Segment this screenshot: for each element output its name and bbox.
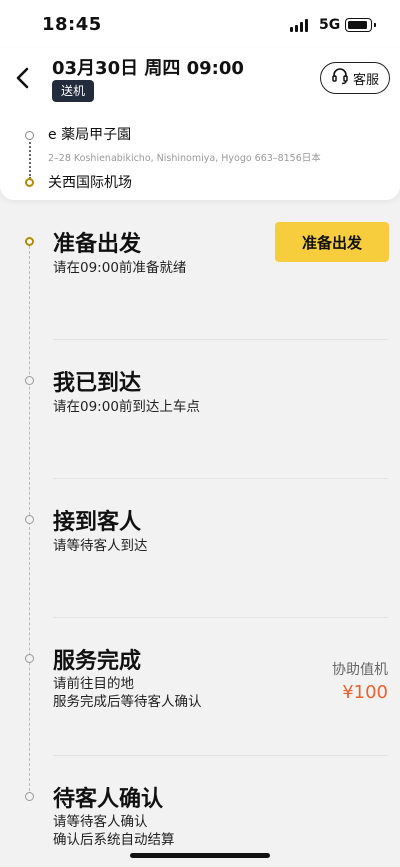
route-connector <box>29 135 31 179</box>
step-desc: 请等待客人到达 <box>53 538 148 554</box>
status-bar: 18:45 5G <box>0 0 400 48</box>
order-header-card: 03月30日 周四 09:00 送机 客服 e 薬局甲子園 2–28 Koshi… <box>0 48 400 200</box>
step-desc: 请前往目的地 <box>53 676 134 692</box>
step-dot-icon <box>25 654 34 663</box>
customer-service-button[interactable]: 客服 <box>320 62 390 94</box>
step-desc: 确认后系统自动结算 <box>53 832 175 848</box>
step-dot-icon <box>25 376 34 385</box>
home-indicator[interactable] <box>130 853 270 858</box>
step-active-dot-icon <box>25 237 34 246</box>
order-type-tag: 送机 <box>52 80 95 102</box>
status-time: 18:45 <box>42 14 102 35</box>
signal-icon <box>290 19 308 32</box>
step-divider <box>53 617 388 618</box>
step-title: 我已到达 <box>53 371 142 396</box>
origin-dot-icon <box>25 131 34 140</box>
extra-service-price: ¥100 <box>342 682 388 703</box>
step-desc: 请在09:00前准备就绪 <box>53 260 187 276</box>
back-icon[interactable] <box>10 64 38 92</box>
step-divider <box>53 478 388 479</box>
network-type: 5G <box>319 17 341 33</box>
ready-to-depart-button[interactable]: 准备出发 <box>275 222 389 262</box>
origin-address: 2–28 Koshienabikicho, Nishinomiya, Hyogo… <box>48 153 321 164</box>
destination-name: 关西国际机场 <box>48 175 132 191</box>
order-title: 03月30日 周四 09:00 <box>52 58 244 79</box>
step-desc: 请在09:00前到达上车点 <box>53 399 200 415</box>
step-dot-icon <box>25 515 34 524</box>
headset-icon <box>331 67 349 89</box>
destination-dot-icon <box>25 178 34 187</box>
step-title: 准备出发 <box>53 232 142 257</box>
step-desc: 请等待客人确认 <box>53 814 148 830</box>
step-title: 待客人确认 <box>53 787 164 812</box>
step-divider <box>53 339 388 340</box>
step-desc: 服务完成后等待客人确认 <box>53 694 202 710</box>
extra-service-label: 协助值机 <box>332 662 388 678</box>
step-divider <box>53 755 388 756</box>
battery-icon <box>345 18 376 32</box>
origin-name: e 薬局甲子園 <box>48 127 132 143</box>
step-dot-icon <box>25 792 34 801</box>
step-title: 服务完成 <box>53 649 142 674</box>
customer-service-label: 客服 <box>352 72 379 88</box>
step-title: 接到客人 <box>53 510 142 535</box>
